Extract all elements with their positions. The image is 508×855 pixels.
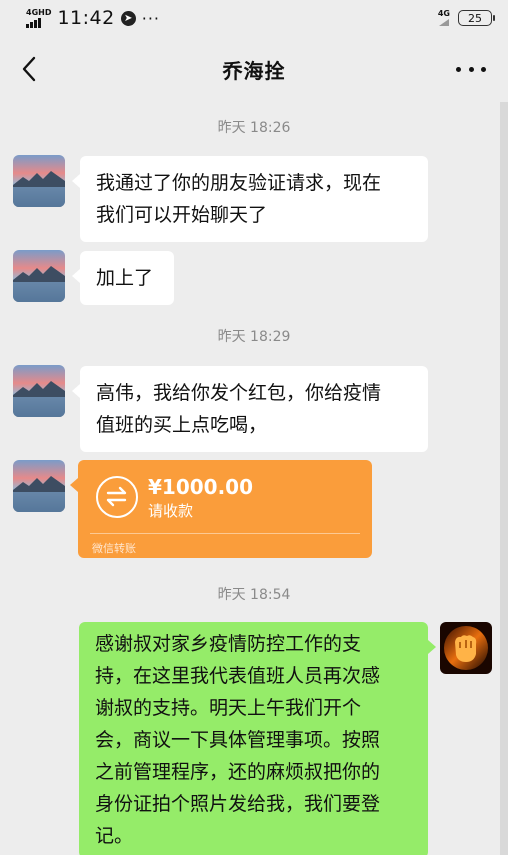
status-time: 11:42 [57,7,115,29]
back-button[interactable] [14,54,44,84]
message-line: 高伟，我给你发个红包，你给疫情 [96,382,382,404]
more-dot [468,66,474,72]
transfer-arrows-icon [96,476,138,518]
battery-icon: 25 [458,10,495,26]
message-line: 我通过了你的朋友验证请求，现在 [96,172,382,194]
chat-header: 乔海拴 [0,36,508,102]
more-dot [456,66,461,72]
contact-avatar[interactable] [13,365,65,417]
message-bubble-incoming[interactable]: 高伟，我给你发个红包，你给疫情 值班的买上点吃喝， [72,366,428,452]
notification-icon: ➤ [120,10,136,26]
battery-level: 25 [468,11,482,25]
message-line: 谢叔的支持。明天上午我们开个 [95,697,362,719]
contact-avatar[interactable] [13,250,65,302]
message-line: 感谢叔对家乡疫情防控工作的支 [95,633,362,655]
scrollbar[interactable] [500,102,508,855]
timestamp: 昨天 18:29 [217,329,291,345]
signal-icon-right: 4G [437,8,450,27]
message-bubble-incoming[interactable]: 加上了 [72,251,174,305]
more-button[interactable] [456,56,486,82]
message-bubble-outgoing[interactable]: 感谢叔对家乡疫情防控工作的支 持，在这里我代表值班人员再次感 谢叔的支持。明天上… [79,622,436,855]
timestamp: 昨天 18:54 [217,587,291,603]
transfer-card[interactable]: ¥1000.00 请收款 微信转账 [70,460,372,558]
chevron-left-icon [22,56,36,82]
more-dot [481,66,486,72]
message-line: 记。 [95,825,134,847]
message-line: 持，在这里我代表值班人员再次感 [95,665,381,687]
contact-avatar[interactable] [13,460,65,512]
status-bar: 4GHD 11:42 ➤ ··· 4G 25 [0,0,508,36]
message-bubble-incoming[interactable]: 我通过了你的朋友验证请求，现在 我们可以开始聊天了 [72,156,428,242]
transfer-status: 请收款 [148,502,194,520]
message-line: 我们可以开始聊天了 [96,204,268,226]
timestamp: 昨天 18:26 [217,120,291,136]
more-notifications: ··· [141,8,160,28]
network-type-right: 4G [437,8,450,18]
transfer-footer: 微信转账 [92,542,136,555]
message-line: 身份证拍个照片发给我，我们要登 [95,793,381,815]
message-line: 加上了 [96,267,154,289]
my-avatar[interactable] [440,622,492,674]
chat-title: 乔海拴 [222,58,286,83]
network-type-left: 4GHD [26,7,52,17]
contact-avatar[interactable] [13,155,65,207]
transfer-amount: ¥1000.00 [148,475,254,499]
divider [90,533,360,534]
signal-icon: 4GHD [26,7,52,28]
message-line: 之前管理程序，还的麻烦叔把你的 [95,761,381,783]
message-line: 会，商议一下具体管理事项。按照 [95,729,381,751]
message-line: 值班的买上点吃喝， [96,414,268,436]
